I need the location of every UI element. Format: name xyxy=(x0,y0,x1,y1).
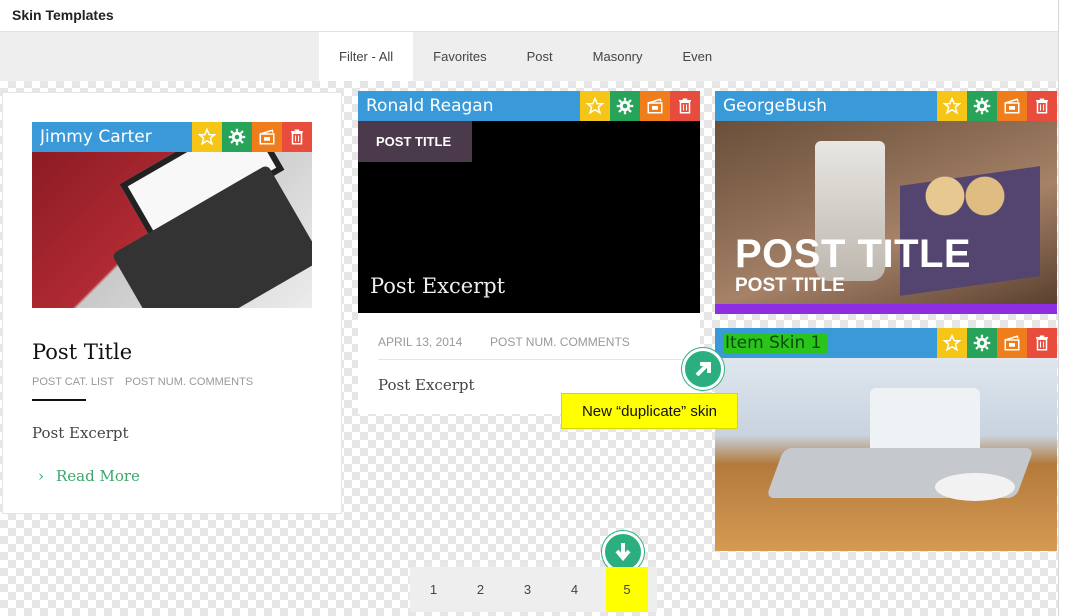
favorite-button[interactable] xyxy=(937,328,967,358)
page-1[interactable]: 1 xyxy=(410,567,457,612)
read-more-link[interactable]: › Read More xyxy=(38,467,140,485)
favorite-button[interactable] xyxy=(580,91,610,121)
post-title-small: POST TITLE xyxy=(735,275,845,296)
skin-name: GeorgeBush xyxy=(723,96,828,116)
desk-image[interactable] xyxy=(715,358,1057,551)
page-2[interactable]: 2 xyxy=(457,567,504,612)
post-title-badge: POST TITLE xyxy=(358,121,472,162)
trash-icon xyxy=(291,129,303,145)
skin-name-highlight: Item Skin 1 xyxy=(723,333,828,353)
read-more-label: Read More xyxy=(56,467,140,485)
star-icon xyxy=(586,97,604,115)
skin-header: Ronald Reagan xyxy=(358,91,700,121)
gear-icon xyxy=(228,128,246,146)
annotation-arrow-badge xyxy=(682,348,724,390)
overlay-excerpt: Post Excerpt xyxy=(370,274,506,298)
arrow-up-right-icon xyxy=(695,362,711,377)
skin-name: Item Skin 1 xyxy=(723,333,937,353)
divider xyxy=(378,359,700,360)
film-icon xyxy=(647,98,663,114)
skin-name: Jimmy Carter xyxy=(40,127,152,147)
film-icon xyxy=(1004,335,1020,351)
settings-button[interactable] xyxy=(222,122,252,152)
window-title: Skin Templates xyxy=(0,0,1058,32)
favorite-button[interactable] xyxy=(192,122,222,152)
skin-header: GeorgeBush xyxy=(715,91,1057,121)
post-excerpt: Post Excerpt xyxy=(378,376,475,394)
duplicate-button[interactable] xyxy=(252,122,282,152)
gear-icon xyxy=(973,97,991,115)
star-icon xyxy=(198,128,216,146)
gear-icon xyxy=(973,334,991,352)
skin-header: Item Skin 1 xyxy=(715,328,1057,358)
star-icon xyxy=(943,97,961,115)
page-5[interactable]: 5 xyxy=(606,567,648,612)
annotation-tooltip: New “duplicate” skin xyxy=(561,393,738,429)
chevron-right-icon: › xyxy=(38,467,44,485)
tab-even[interactable]: Even xyxy=(663,32,733,81)
trash-icon xyxy=(679,98,691,114)
delete-button[interactable] xyxy=(670,91,700,121)
accent-bar xyxy=(715,304,1057,314)
page-4[interactable]: 4 xyxy=(551,567,598,612)
pagination: 1 2 3 4 5 xyxy=(410,567,657,612)
film-icon xyxy=(1004,98,1020,114)
post-excerpt: Post Excerpt xyxy=(32,424,129,442)
duplicate-button[interactable] xyxy=(997,91,1027,121)
divider xyxy=(32,399,86,401)
filter-bar: Filter - All Favorites Post Masonry Even xyxy=(0,32,1058,81)
page-3[interactable]: 3 xyxy=(504,567,551,612)
film-icon xyxy=(259,129,275,145)
gear-icon xyxy=(616,97,634,115)
tab-post[interactable]: Post xyxy=(507,32,573,81)
post-num-comments: POST NUM. COMMENTS xyxy=(490,335,630,349)
post-date: APRIL 13, 2014 xyxy=(378,335,463,349)
post-num-comments: POST NUM. COMMENTS xyxy=(125,376,254,388)
laptop-image xyxy=(32,152,312,308)
duplicate-button[interactable] xyxy=(997,328,1027,358)
post-cat-list: POST CAT. LIST xyxy=(32,376,115,388)
skin-name: Ronald Reagan xyxy=(366,96,494,116)
delete-button[interactable] xyxy=(1027,328,1057,358)
tab-favorites[interactable]: Favorites xyxy=(413,32,506,81)
settings-button[interactable] xyxy=(967,328,997,358)
skin-header: Jimmy Carter xyxy=(32,122,312,152)
duplicate-button[interactable] xyxy=(640,91,670,121)
post-title-large: POST TITLE xyxy=(735,232,972,276)
trash-icon xyxy=(1036,335,1048,351)
delete-button[interactable] xyxy=(1027,91,1057,121)
tab-masonry[interactable]: Masonry xyxy=(573,32,663,81)
tab-filter-all[interactable]: Filter - All xyxy=(319,32,414,81)
trash-icon xyxy=(1036,98,1048,114)
post-title: Post Title xyxy=(32,340,133,364)
star-icon xyxy=(943,334,961,352)
settings-button[interactable] xyxy=(610,91,640,121)
settings-button[interactable] xyxy=(967,91,997,121)
favorite-button[interactable] xyxy=(937,91,967,121)
delete-button[interactable] xyxy=(282,122,312,152)
arrow-down-icon xyxy=(615,543,631,562)
scrollbar-edge xyxy=(1058,0,1069,616)
